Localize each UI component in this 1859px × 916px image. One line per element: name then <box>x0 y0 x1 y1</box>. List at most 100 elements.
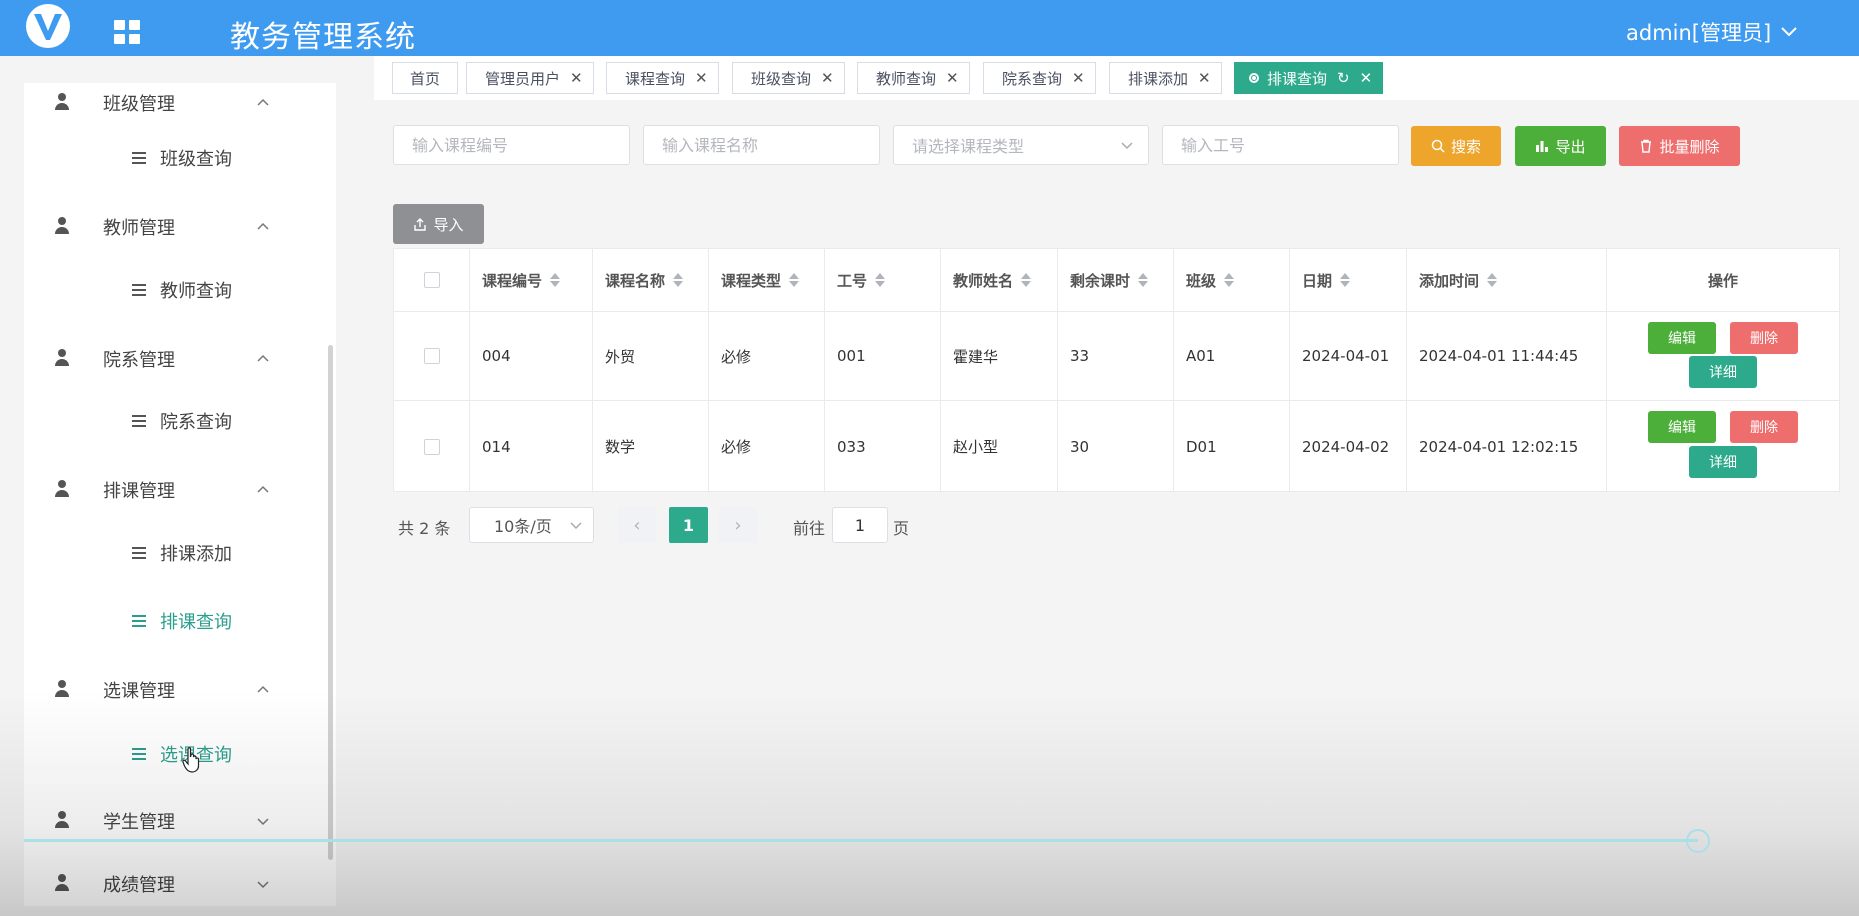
chevron-up-icon <box>257 354 269 362</box>
sort-icon[interactable] <box>789 272 800 288</box>
column-header-label: 操作 <box>1707 271 1738 290</box>
sidebar-item-department-query[interactable]: 院系查询 <box>24 401 336 441</box>
tab-label: 排课查询 <box>1267 69 1328 88</box>
cell-course-name: 外贸 <box>593 312 709 400</box>
cell-course-type: 必修 <box>709 312 825 400</box>
tab-home[interactable]: 首页 <box>392 62 459 94</box>
column-header[interactable]: 日期 <box>1290 249 1407 311</box>
course-name-field[interactable] <box>662 135 861 155</box>
goto-label: 前往 <box>793 519 826 538</box>
sidebar-item-schedule-add[interactable]: 排课添加 <box>24 533 336 573</box>
close-icon[interactable]: ✕ <box>946 69 959 87</box>
batch-delete-button[interactable]: 批量删除 <box>1619 126 1740 166</box>
sidebar-item-teacher-query[interactable]: 教师查询 <box>24 270 336 310</box>
close-icon[interactable]: ✕ <box>1198 69 1211 87</box>
select-all-checkbox[interactable] <box>423 272 440 288</box>
close-icon[interactable]: ✕ <box>695 69 708 87</box>
close-icon[interactable]: ✕ <box>821 69 834 87</box>
menu-toggle-icon[interactable] <box>114 20 140 44</box>
chevron-down-icon <box>1781 27 1797 37</box>
tab-schedule-query[interactable]: 排课查询 ↻ ✕ <box>1234 62 1384 94</box>
column-header[interactable]: 课程名称 <box>593 249 709 311</box>
user-icon <box>54 874 70 892</box>
page-size-select[interactable]: 10条/页 <box>469 507 594 543</box>
video-progress-handle[interactable] <box>1686 829 1710 853</box>
detail-button[interactable]: 详细 <box>1689 446 1757 478</box>
page-number-current[interactable]: 1 <box>669 507 708 543</box>
course-code-input[interactable] <box>393 125 630 165</box>
course-name-input[interactable] <box>643 125 880 165</box>
sort-icon[interactable] <box>1340 272 1351 288</box>
import-button[interactable]: 导入 <box>393 204 484 244</box>
tab-label: 院系查询 <box>1002 69 1063 88</box>
tab-label: 班级查询 <box>751 69 812 88</box>
prev-page-button[interactable]: ‹ <box>618 507 656 543</box>
sidebar-group-class[interactable]: 班级管理 <box>24 83 336 123</box>
column-header[interactable]: 教师姓名 <box>941 249 1058 311</box>
edit-button[interactable]: 编辑 <box>1648 322 1716 354</box>
staff-no-input[interactable] <box>1162 125 1399 165</box>
cell-teacher: 霍建华 <box>941 312 1058 400</box>
course-type-select[interactable]: 请选择课程类型 <box>893 125 1149 165</box>
sidebar-item-elective-query[interactable]: 选课查询 <box>24 734 336 774</box>
video-progress-bar[interactable] <box>24 839 1698 842</box>
column-header-label: 工号 <box>837 271 868 290</box>
user-menu[interactable]: admin[管理员] <box>1626 17 1797 47</box>
sidebar-group-grade[interactable]: 成绩管理 <box>24 864 336 904</box>
column-header[interactable]: 班级 <box>1174 249 1290 311</box>
sidebar-item-label: 院系查询 <box>160 412 232 433</box>
tab-department-query[interactable]: 院系查询 ✕ <box>983 62 1096 94</box>
tab-course-query[interactable]: 课程查询 ✕ <box>606 62 719 94</box>
delete-button[interactable]: 删除 <box>1730 411 1798 443</box>
column-header[interactable]: 课程类型 <box>709 249 825 311</box>
search-button[interactable]: 搜索 <box>1411 126 1501 166</box>
next-page-button[interactable]: › <box>719 507 757 543</box>
chevron-up-icon <box>257 685 269 693</box>
sidebar-group-teacher[interactable]: 教师管理 <box>24 207 336 247</box>
column-header[interactable]: 剩余课时 <box>1058 249 1174 311</box>
sort-icon[interactable] <box>673 272 684 288</box>
goto-page-input[interactable]: 1 <box>832 507 888 543</box>
export-button[interactable]: 导出 <box>1515 126 1606 166</box>
sidebar-group-student[interactable]: 学生管理 <box>24 801 336 841</box>
edit-button[interactable]: 编辑 <box>1648 411 1716 443</box>
tab-admin-user[interactable]: 管理员用户 ✕ <box>466 62 594 94</box>
column-header[interactable]: 课程编号 <box>470 249 593 311</box>
close-icon[interactable]: ✕ <box>1072 69 1085 87</box>
sidebar-group-department[interactable]: 院系管理 <box>24 339 336 379</box>
column-header-label: 课程名称 <box>605 271 666 290</box>
close-icon[interactable]: ✕ <box>1360 69 1373 87</box>
sort-icon[interactable] <box>1021 272 1032 288</box>
detail-button[interactable]: 详细 <box>1689 356 1757 388</box>
import-button-label: 导入 <box>433 215 464 234</box>
cell-added-time: 2024-04-01 12:02:15 <box>1407 401 1607 492</box>
sidebar-group-elective[interactable]: 选课管理 <box>24 670 336 710</box>
column-header[interactable]: 工号 <box>825 249 941 311</box>
sidebar-item-class-query[interactable]: 班级查询 <box>24 138 336 178</box>
column-header[interactable]: 添加时间 <box>1407 249 1607 311</box>
sort-icon[interactable] <box>1487 272 1498 288</box>
tab-teacher-query[interactable]: 教师查询 ✕ <box>857 62 970 94</box>
tab-bar: 首页 管理员用户 ✕ 课程查询 ✕ 班级查询 ✕ 教师查询 ✕ 院系查询 ✕ 排… <box>374 56 1859 100</box>
column-header-label: 班级 <box>1186 271 1217 290</box>
row-checkbox[interactable] <box>423 438 440 455</box>
sidebar: 班级管理 班级查询 教师管理 教师查询 院系管理 院系查询 排课管理 排课添加 … <box>24 83 336 906</box>
table-header-row: 课程编号 课程名称 课程类型 工号 教师姓名 剩余课时 班级 日期 添加时间 操… <box>394 249 1839 312</box>
delete-button[interactable]: 删除 <box>1730 322 1798 354</box>
sort-icon[interactable] <box>550 272 561 288</box>
sidebar-scrollbar[interactable] <box>328 345 333 860</box>
sidebar-group-schedule[interactable]: 排课管理 <box>24 470 336 510</box>
sort-icon[interactable] <box>1138 272 1149 288</box>
menu-lines-icon <box>132 547 146 559</box>
chevron-up-icon <box>257 98 269 106</box>
refresh-icon[interactable]: ↻ <box>1337 69 1350 87</box>
close-icon[interactable]: ✕ <box>570 69 583 87</box>
sidebar-item-schedule-query[interactable]: 排课查询 <box>24 601 336 641</box>
tab-class-query[interactable]: 班级查询 ✕ <box>732 62 845 94</box>
sort-icon[interactable] <box>1224 272 1235 288</box>
row-checkbox[interactable] <box>423 348 440 364</box>
sort-icon[interactable] <box>875 272 886 288</box>
staff-no-field[interactable] <box>1181 135 1380 155</box>
tab-schedule-add[interactable]: 排课添加 ✕ <box>1109 62 1222 94</box>
course-code-field[interactable] <box>412 135 611 155</box>
